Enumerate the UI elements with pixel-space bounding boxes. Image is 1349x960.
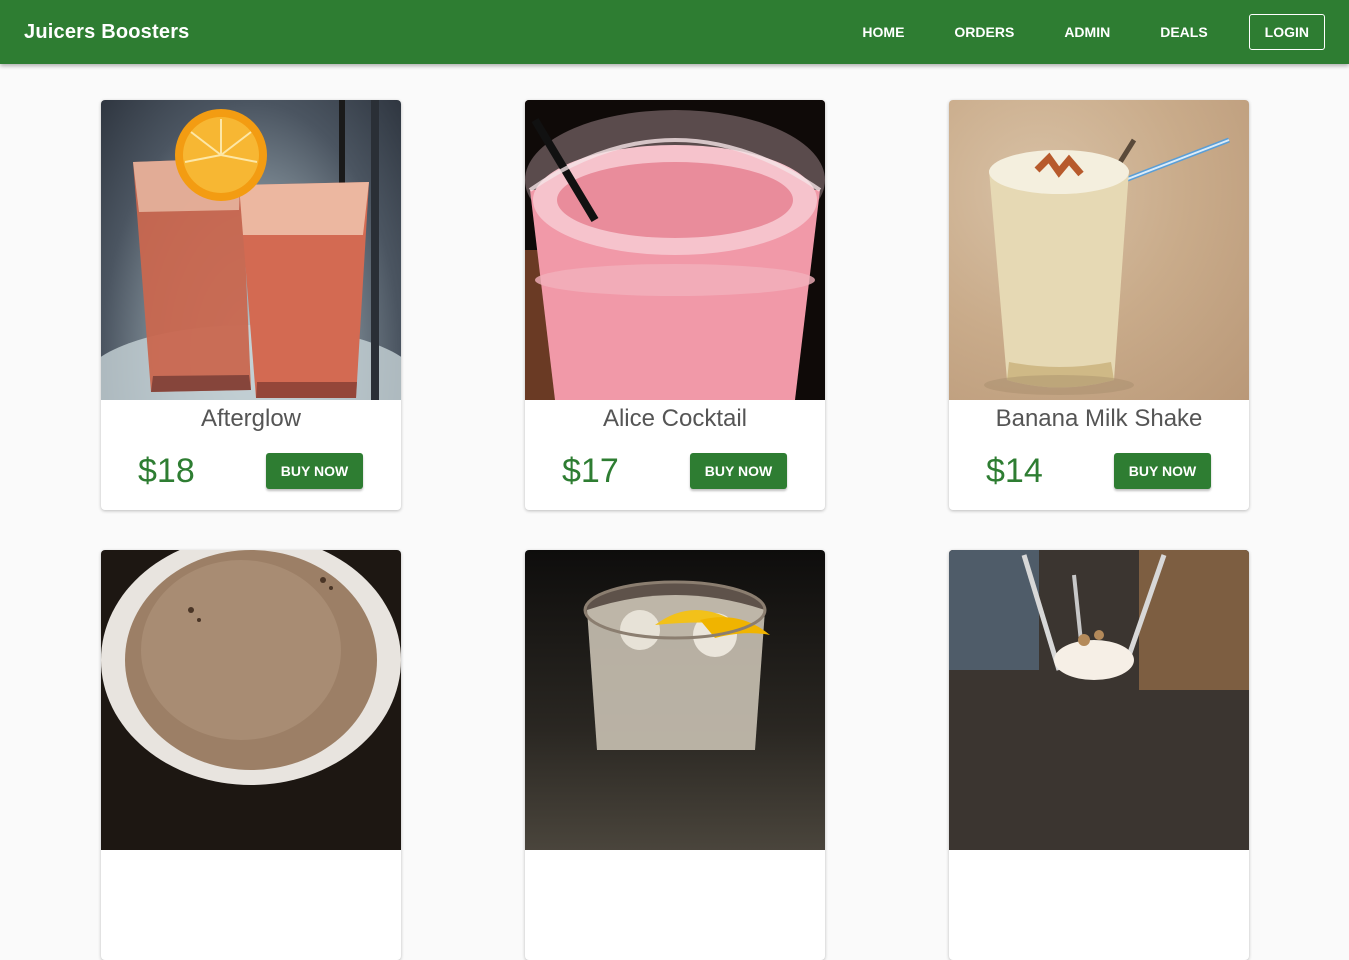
nav-deals-link[interactable]: DEALS	[1135, 14, 1232, 50]
lemon-drink-illustration	[583, 580, 770, 750]
brand-logo[interactable]: Juicers Boosters	[24, 0, 190, 64]
buy-now-button[interactable]: BUY NOW	[1114, 453, 1211, 489]
alice-cocktail-image[interactable]	[525, 100, 825, 400]
afterglow-drink-illustration	[101, 100, 401, 400]
top-navbar: Juicers Boosters HOME ORDERS ADMIN DEALS…	[0, 0, 1349, 64]
banana-milk-shake-illustration	[984, 137, 1230, 395]
product-price: $18	[138, 452, 195, 490]
milkshake-drink-image[interactable]	[949, 550, 1249, 850]
nav-links: HOME ORDERS ADMIN DEALS LOGIN	[837, 14, 1325, 50]
product-card	[525, 550, 825, 960]
buy-now-button[interactable]: BUY NOW	[266, 453, 363, 489]
buy-now-button[interactable]: BUY NOW	[690, 453, 787, 489]
coffee-drink-image[interactable]	[101, 550, 401, 850]
product-card: Afterglow $18 BUY NOW	[101, 100, 401, 510]
coffee-drink-illustration	[101, 550, 401, 785]
nav-orders-link[interactable]: ORDERS	[929, 14, 1039, 50]
login-button[interactable]: LOGIN	[1248, 14, 1325, 50]
product-card	[101, 550, 401, 960]
afterglow-drink-image[interactable]	[101, 100, 401, 400]
lemon-drink-image[interactable]	[525, 550, 825, 850]
alice-cocktail-illustration	[525, 100, 825, 400]
product-card: Alice Cocktail $17 BUY NOW	[525, 100, 825, 510]
nav-admin-link[interactable]: ADMIN	[1039, 14, 1135, 50]
product-price: $17	[562, 452, 619, 490]
product-name: Alice Cocktail	[602, 405, 748, 432]
product-price: $14	[986, 452, 1043, 490]
product-card	[949, 550, 1249, 960]
product-name: Banana Milk Shake	[995, 405, 1203, 432]
banana-milk-shake-image[interactable]	[949, 100, 1249, 400]
milkshake-drink-illustration	[949, 550, 1249, 850]
product-name: Afterglow	[200, 405, 302, 432]
product-card: Banana Milk Shake $14 BUY NOW	[949, 100, 1249, 510]
nav-home-link[interactable]: HOME	[837, 14, 929, 50]
